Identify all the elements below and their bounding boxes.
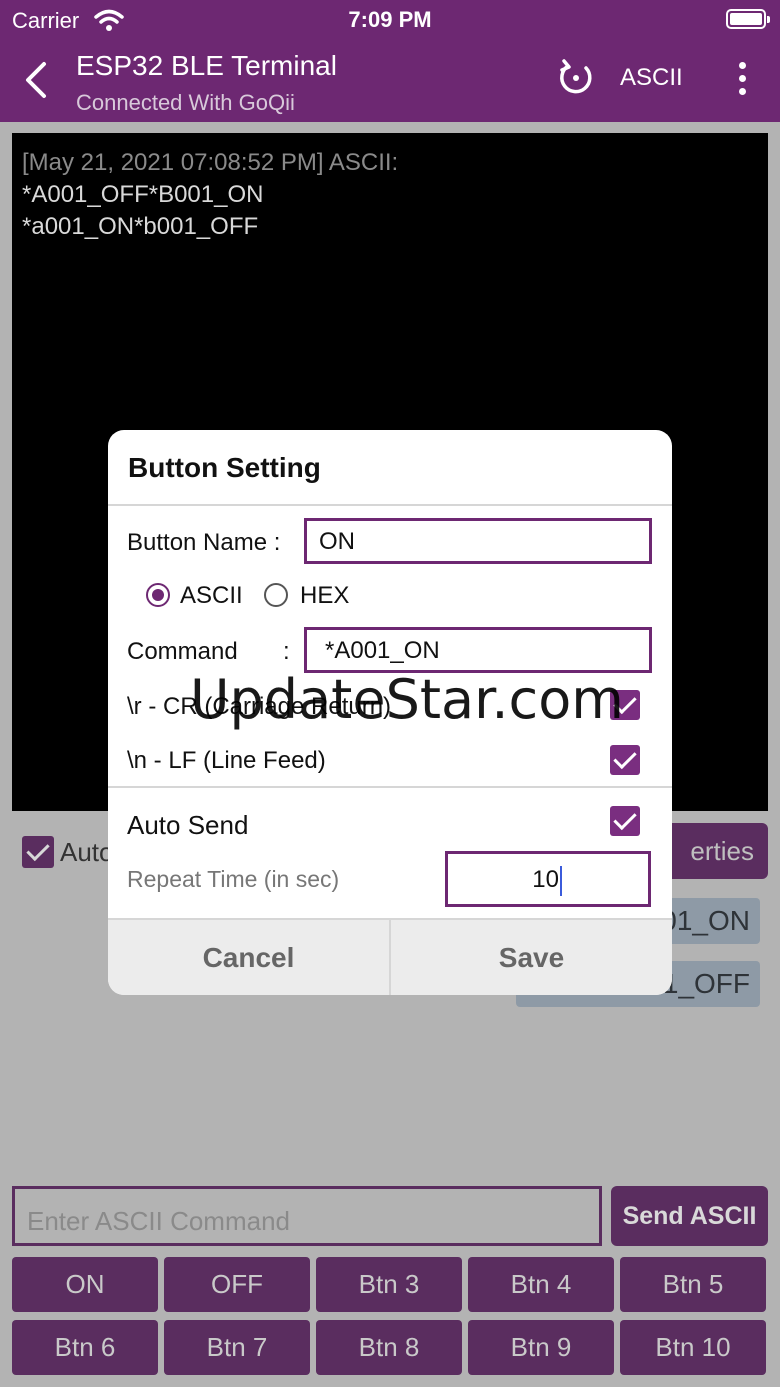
mode-toggle-button[interactable]: ASCII [620, 64, 683, 92]
button-name-input[interactable]: ON [304, 518, 652, 564]
terminal-line: *a001_ON*b001_OFF [22, 213, 259, 240]
save-button[interactable]: Save [389, 920, 672, 995]
refresh-icon[interactable] [556, 58, 596, 98]
command-input[interactable]: *A001_ON [304, 627, 652, 673]
divider [108, 786, 672, 788]
command-colon: : [283, 638, 290, 665]
status-bar: Carrier 7:09 PM [0, 0, 780, 40]
page-title: ESP32 BLE Terminal [76, 50, 337, 81]
macro-button-10[interactable]: Btn 10 [620, 1320, 766, 1375]
hex-radio[interactable] [264, 583, 288, 607]
auto-send-label: Auto Send [127, 810, 249, 840]
macro-button-5[interactable]: Btn 5 [620, 1257, 766, 1312]
auto-scroll-toggle[interactable]: Auto [22, 836, 114, 868]
dialog-title: Button Setting [128, 452, 321, 483]
button-name-label: Button Name : [127, 529, 281, 556]
watermark-text: UpdateStar.com [190, 668, 624, 731]
macro-button-grid: ON OFF Btn 3 Btn 4 Btn 5 Btn 6 Btn 7 Btn… [12, 1257, 768, 1375]
macro-button-9[interactable]: Btn 9 [468, 1320, 614, 1375]
lf-checkbox[interactable] [610, 745, 640, 775]
send-ascii-button[interactable]: Send ASCII [611, 1186, 768, 1246]
nav-bar: ESP32 BLE Terminal Connected With GoQii … [0, 40, 780, 122]
repeat-time-value: 10 [532, 866, 559, 893]
macro-button-6[interactable]: Btn 6 [12, 1320, 158, 1375]
terminal-timestamp: [May 21, 2021 07:08:52 PM] ASCII: [22, 149, 399, 176]
repeat-time-label: Repeat Time (in sec) [127, 866, 340, 892]
terminal-line: *A001_OFF*B001_ON [22, 181, 264, 208]
hex-radio-label: HEX [300, 582, 350, 609]
more-options-icon[interactable] [730, 62, 754, 98]
cancel-button[interactable]: Cancel [108, 920, 389, 995]
command-input[interactable]: Enter ASCII Command [12, 1186, 602, 1246]
auto-send-checkbox[interactable] [610, 806, 640, 836]
repeat-time-input[interactable]: 10 [445, 851, 651, 907]
back-chevron-icon[interactable] [18, 58, 58, 102]
clock: 7:09 PM [348, 7, 432, 32]
text-caret [560, 865, 562, 896]
command-label: Command [127, 638, 238, 665]
dialog-footer: Cancel Save [108, 918, 672, 995]
macro-button-7[interactable]: Btn 7 [164, 1320, 310, 1375]
macro-button-off[interactable]: OFF [164, 1257, 310, 1312]
macro-button-4[interactable]: Btn 4 [468, 1257, 614, 1312]
macro-button-3[interactable]: Btn 3 [316, 1257, 462, 1312]
connection-subtitle: Connected With GoQii [76, 90, 295, 115]
divider [108, 504, 672, 506]
ascii-radio[interactable] [146, 583, 170, 607]
battery-icon [726, 9, 770, 29]
ascii-radio-label: ASCII [180, 582, 243, 609]
auto-label: Auto [60, 836, 114, 867]
macro-button-8[interactable]: Btn 8 [316, 1320, 462, 1375]
lf-label: \n - LF (Line Feed) [127, 747, 326, 774]
auto-checkbox[interactable] [22, 836, 54, 868]
macro-button-on[interactable]: ON [12, 1257, 158, 1312]
